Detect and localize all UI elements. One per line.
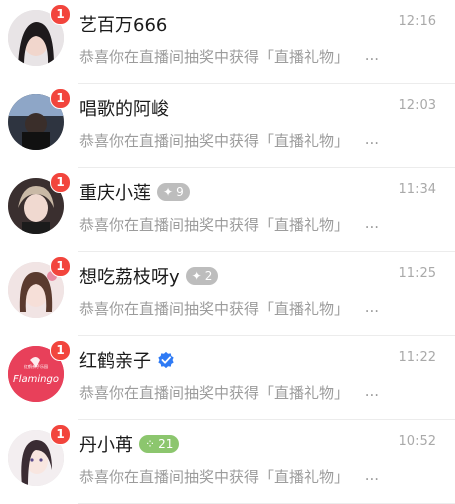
- avatar-subtext: 红鹤亲子乐园: [24, 363, 48, 369]
- avatar-logo-text: Flamingo: [13, 374, 59, 385]
- conversation-item[interactable]: 1 想吃荔枝呀y ✦ 2 11:25 恭喜你在直播间抽奖中获得「直播礼物」 ...: [0, 252, 455, 336]
- contact-name-text: 重庆小莲: [79, 183, 151, 204]
- contact-name-text: 红鹤亲子: [79, 351, 151, 372]
- conversation-item[interactable]: 1 重庆小莲 ✦ 9 11:34 恭喜你在直播间抽奖中获得「直播礼物」 ...: [0, 168, 455, 252]
- contact-name: 唱歌的阿峻: [79, 96, 169, 120]
- unread-badge: 1: [50, 4, 71, 25]
- conversation-item[interactable]: 1 唱歌的阿峻 12:03 恭喜你在直播间抽奖中获得「直播礼物」 ...: [0, 84, 455, 168]
- message-preview: 恭喜你在直播间抽奖中获得「直播礼物」: [79, 300, 350, 318]
- fan-level-tag: ✦ 9: [157, 183, 190, 201]
- sparkle-icon: ✦: [163, 185, 174, 199]
- contact-name-text: 丹小苒: [79, 435, 133, 456]
- conversation-item[interactable]: 1 丹小苒 ⁘ 21 10:52 恭喜你在直播间抽奖中获得「直播礼物」 ...: [0, 420, 455, 504]
- conversation-item[interactable]: 红鹤亲子乐园 Flamingo 1 红鹤亲子 11:22 恭喜你在直播间抽奖中获…: [0, 336, 455, 420]
- sparkle-icon: ✦: [191, 269, 202, 283]
- message-preview: 恭喜你在直播间抽奖中获得「直播礼物」: [79, 468, 350, 486]
- fan-level-value: 21: [158, 437, 174, 451]
- verified-icon: [158, 351, 174, 369]
- fan-level-value: 2: [204, 269, 213, 283]
- contact-name: 想吃荔枝呀y ✦ 2: [79, 264, 219, 288]
- preview-ellipsis: ...: [364, 214, 379, 232]
- contact-name-text: 想吃荔枝呀y: [79, 267, 180, 288]
- contact-name-text: 唱歌的阿峻: [79, 99, 169, 120]
- timestamp: 11:25: [398, 266, 436, 281]
- fan-level-value: 9: [176, 185, 184, 199]
- fan-level-tag: ✦ 2: [185, 267, 219, 285]
- message-preview: 恭喜你在直播间抽奖中获得「直播礼物」: [79, 132, 350, 150]
- contact-name-text: 艺百万666: [79, 15, 168, 36]
- timestamp: 11:22: [398, 350, 436, 365]
- unread-badge: 1: [50, 88, 71, 109]
- unread-badge: 1: [50, 340, 71, 361]
- preview-ellipsis: ...: [364, 466, 379, 484]
- preview-ellipsis: ...: [364, 298, 379, 316]
- timestamp: 10:52: [398, 434, 436, 449]
- contact-name: 红鹤亲子: [79, 348, 175, 372]
- contact-name: 重庆小莲 ✦ 9: [79, 180, 190, 204]
- dots-icon: ⁘: [145, 437, 156, 451]
- preview-ellipsis: ...: [364, 130, 379, 148]
- conversation-list: 1 艺百万666 12:16 恭喜你在直播间抽奖中获得「直播礼物」 ... 1 …: [0, 0, 455, 504]
- preview-ellipsis: ...: [364, 46, 379, 64]
- contact-name: 丹小苒 ⁘ 21: [79, 432, 180, 456]
- conversation-item[interactable]: 1 艺百万666 12:16 恭喜你在直播间抽奖中获得「直播礼物」 ...: [0, 0, 455, 84]
- unread-badge: 1: [50, 256, 71, 277]
- message-preview: 恭喜你在直播间抽奖中获得「直播礼物」: [79, 48, 350, 66]
- unread-badge: 1: [50, 424, 71, 445]
- timestamp: 12:03: [398, 98, 436, 113]
- timestamp: 11:34: [398, 182, 436, 197]
- preview-ellipsis: ...: [364, 382, 379, 400]
- message-preview: 恭喜你在直播间抽奖中获得「直播礼物」: [79, 384, 350, 402]
- contact-name: 艺百万666: [79, 12, 167, 36]
- timestamp: 12:16: [398, 14, 436, 29]
- fan-level-tag: ⁘ 21: [139, 435, 180, 453]
- unread-badge: 1: [50, 172, 71, 193]
- message-preview: 恭喜你在直播间抽奖中获得「直播礼物」: [79, 216, 350, 234]
